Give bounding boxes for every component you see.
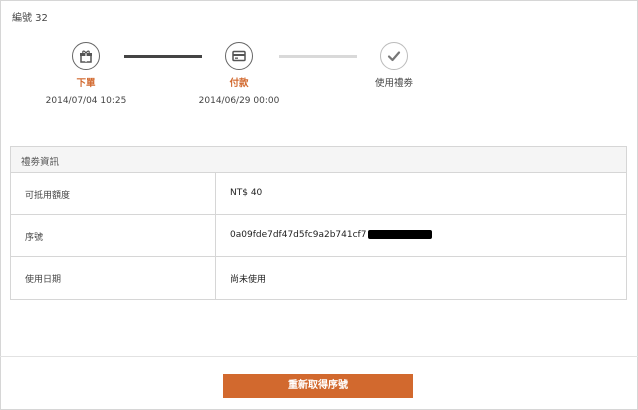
table-row: 可抵用額度 NT$ 40 <box>11 173 626 215</box>
footer-divider <box>0 356 638 357</box>
column-divider <box>215 257 216 299</box>
serial-number-value: 0a09fde7df47d5fc9a2b741cf7 <box>230 230 367 240</box>
column-divider <box>215 173 216 214</box>
regenerate-serial-button[interactable]: 重新取得序號 <box>223 374 413 398</box>
credit-amount-label: 可抵用額度 <box>25 191 71 201</box>
step-label-payment: 付款 <box>229 78 249 89</box>
usage-date-label: 使用日期 <box>25 275 62 285</box>
serial-number-label: 序號 <box>25 233 44 243</box>
column-divider <box>215 215 216 256</box>
step-label-order: 下單 <box>76 78 96 89</box>
redaction-bar <box>368 230 433 239</box>
step-date-order: 2014/07/04 10:25 <box>45 96 127 106</box>
step-date-payment: 2014/06/29 00:00 <box>198 96 280 106</box>
step-connector-2 <box>279 55 357 58</box>
table-header: 禮劵資訊 <box>11 147 626 173</box>
order-number: 編號 32 <box>12 13 48 24</box>
check-icon <box>380 42 408 70</box>
table-row: 使用日期 尚未使用 <box>11 257 626 299</box>
serial-number-field: 0a09fde7df47d5fc9a2b741cf7 <box>230 230 433 240</box>
credit-amount-value: NT$ 40 <box>230 188 263 198</box>
step-connector-1 <box>124 55 202 58</box>
gift-icon <box>72 42 100 70</box>
voucher-info-table: 禮劵資訊 可抵用額度 NT$ 40 序號 0a09fde7df47d5fc9a2… <box>10 146 627 300</box>
table-row: 序號 0a09fde7df47d5fc9a2b741cf7 <box>11 215 626 257</box>
usage-date-value: 尚未使用 <box>230 275 267 285</box>
credit-card-icon <box>225 42 253 70</box>
step-label-use-voucher: 使用禮劵 <box>374 78 413 89</box>
table-title: 禮劵資訊 <box>21 157 60 168</box>
